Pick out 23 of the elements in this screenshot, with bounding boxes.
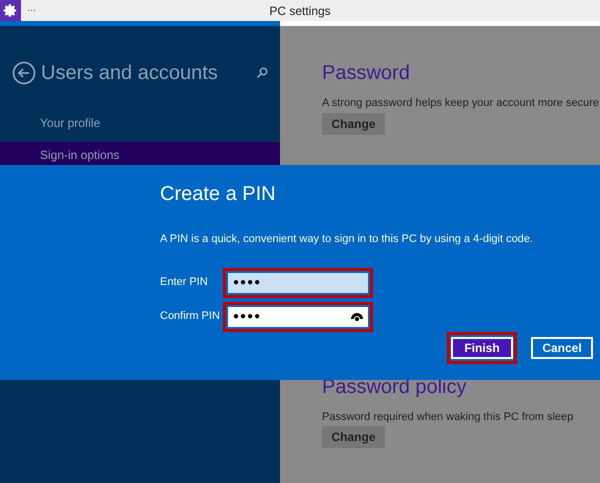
section-description: Password required when waking this PC from sleep <box>322 410 574 424</box>
sidebar-item[interactable]: Your profile <box>0 110 280 135</box>
dialog-description: A PIN is a quick, convenient way to sign in to this PC by using a 4-digit code. <box>160 232 534 247</box>
eye-icon[interactable] <box>351 312 363 320</box>
sidebar-item[interactable]: Sign-in options <box>0 142 280 167</box>
search-icon[interactable] <box>256 67 268 79</box>
back-icon[interactable] <box>12 61 36 85</box>
field-label: Enter PIN <box>160 275 209 290</box>
menu-glyph[interactable]: ··· <box>27 6 36 15</box>
pin-field[interactable]: ●●●● <box>223 302 373 332</box>
section-description: A strong password helps keep your account more secure <box>322 96 599 111</box>
change-button[interactable]: Change <box>322 426 385 448</box>
finish-button[interactable]: Finish <box>451 336 513 358</box>
pin-field[interactable]: ●●●● <box>223 268 373 298</box>
section-heading: Password policy <box>322 374 467 398</box>
change-button[interactable]: Change <box>322 112 385 134</box>
cancel-button[interactable]: Cancel <box>531 336 593 358</box>
settings-icon[interactable] <box>0 0 21 21</box>
section-heading: Password <box>322 61 410 85</box>
page-title: Users and accounts <box>41 61 219 86</box>
dialog-title: Create a PIN <box>160 182 277 207</box>
window-title: PC settings <box>269 2 331 20</box>
field-label: Confirm PIN <box>160 309 221 324</box>
